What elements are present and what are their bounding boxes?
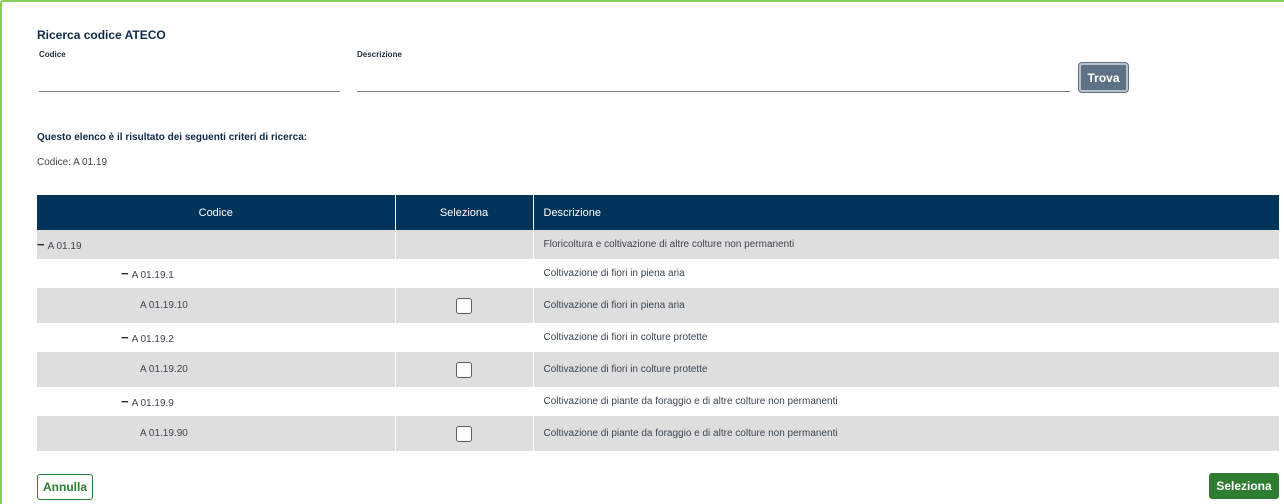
code-cell: A 01.19.90 [37,416,396,451]
checkbox-icon[interactable] [456,425,472,442]
table-row: − A 01.19.9 Coltivazione di piante da fora… [37,387,1279,416]
code-text: A 01.19.20 [140,364,188,375]
select-cell [395,288,534,323]
description-cell: Coltivazione di fiori in piena aria [543,268,685,279]
table-row: A 01.19.10 Coltivazione di fiori in piena… [37,288,1279,323]
description-cell: Coltivazione di piante da foraggio e di … [533,416,1279,451]
seleziona-button[interactable]: Seleziona [1209,473,1279,499]
code-cell: A 01.19.10 [37,288,396,323]
code-text: A 01.19.9 [131,398,174,409]
codice-label: Codice [39,50,66,59]
code-text: A 01.19 [47,241,82,252]
select-cell [395,387,534,416]
results-table: Codice Seleziona Descrizione − A 01.19 Flo… [37,195,1279,451]
code-text: A 01.19.10 [140,300,188,311]
header-descrizione: Descrizione [533,195,1279,230]
code-cell: − A 01.19.9 [37,387,396,416]
code-cell: − A 01.19.2 [37,323,396,352]
select-cell [395,259,534,288]
code-text: A 01.19.2 [131,334,174,345]
select-cell [395,323,534,352]
code-cell: − A 01.19 [37,230,396,259]
header-codice: Codice [37,195,396,230]
table-row: − A 01.19 Floricoltura e coltivazione di a… [37,230,1279,259]
table-row: − A 01.19.1 Coltivazione di fiori in piena… [37,259,1279,288]
dialog-frame: Ricerca codice ATECO Codice Descrizione … [0,0,1284,504]
annulla-button[interactable]: Annulla [37,474,93,500]
code-text: A 01.19.1 [131,270,174,281]
minus-icon[interactable]: − [121,266,129,281]
minus-icon[interactable]: − [37,237,45,252]
criteria-heading: Questo elenco è il risultato dei seguent… [37,132,308,143]
code-cell: A 01.19.20 [37,352,396,387]
descrizione-field: Descrizione [357,50,1070,92]
select-cell [395,416,534,451]
description-cell: Floricoltura e coltivazione di altre col… [533,230,1279,259]
table-header-row: Codice Seleziona Descrizione [37,195,1279,230]
table-row: A 01.19.20 Coltivazione di fiori in coltu… [37,352,1279,387]
description-cell: Coltivazione di fiori in piena aria [533,288,1279,323]
description-cell: Coltivazione di fiori in colture protett… [543,332,708,343]
select-cell [395,230,534,259]
table-row: − A 01.19.2 Coltivazione di fiori in coltu… [37,323,1279,352]
codice-field: Codice [39,50,340,92]
results-body: − A 01.19 Floricoltura e coltivazione di a… [37,230,1279,451]
minus-icon[interactable]: − [121,330,129,345]
minus-icon[interactable]: − [121,394,129,409]
criteria-value: Codice: A 01.19 [37,157,108,168]
description-cell: Coltivazione di fiori in colture protett… [533,352,1279,387]
select-cell [395,352,534,387]
search-title: Ricerca codice ATECO [37,28,166,42]
code-text: A 01.19.90 [140,428,188,439]
descrizione-input[interactable] [357,62,1070,92]
header-seleziona: Seleziona [395,195,534,230]
trova-button[interactable]: Trova [1079,63,1128,92]
codice-input[interactable] [39,62,340,92]
checkbox-icon[interactable] [456,361,472,378]
table-row: A 01.19.90 Coltivazione di piante da fora… [37,416,1279,451]
description-cell: Coltivazione di piante da foraggio e di … [543,396,838,407]
descrizione-label: Descrizione [357,50,402,59]
checkbox-icon[interactable] [456,297,472,314]
code-cell: − A 01.19.1 [37,259,396,288]
